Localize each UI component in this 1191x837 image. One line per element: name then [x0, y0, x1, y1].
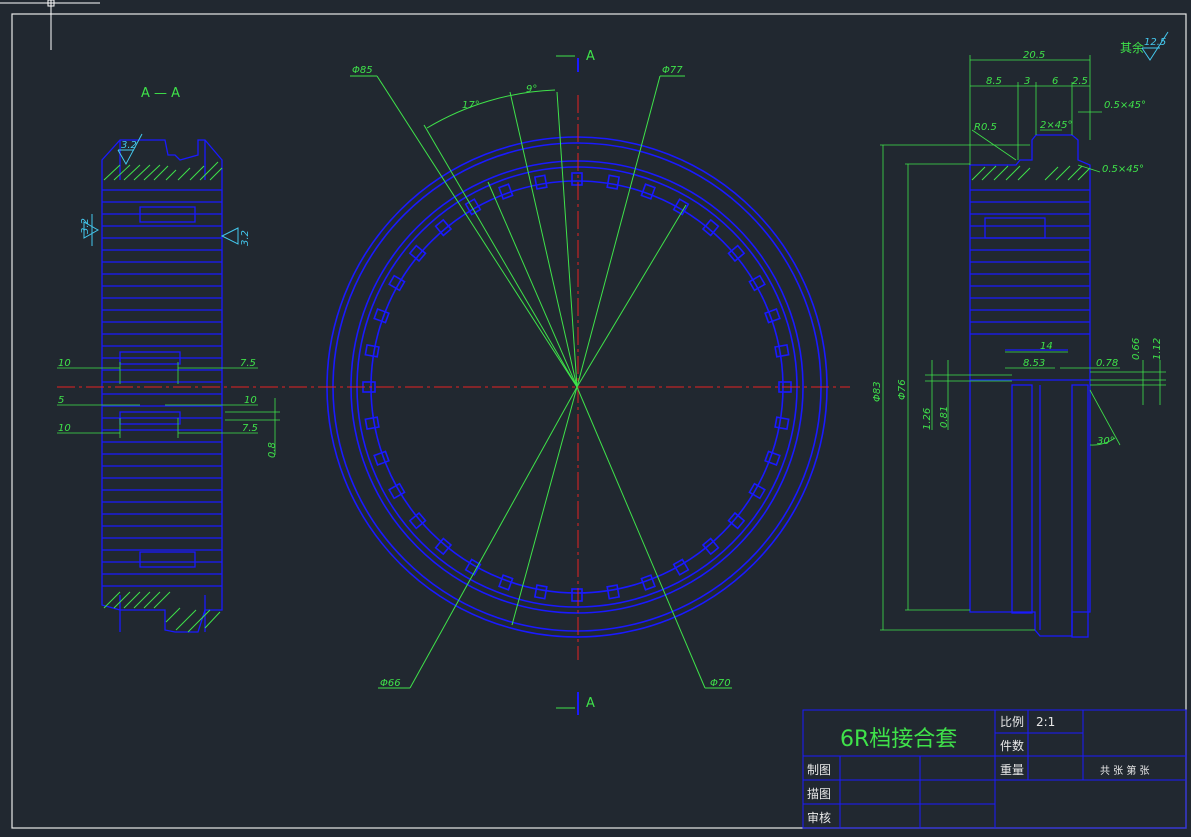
dim-chamfer3: 0.5×45° — [1102, 164, 1144, 175]
spline-tooth — [408, 244, 427, 263]
section-arrow-bottom-label: A — [586, 696, 595, 711]
dim-i: 1.12 — [1152, 338, 1163, 360]
checked-label: 审核 — [807, 810, 831, 825]
spline-tooth — [764, 308, 781, 324]
dim-e: 14 — [1040, 341, 1053, 352]
dim-b: 3 — [1024, 76, 1030, 87]
dim-dia83: Φ83 — [872, 381, 883, 402]
spline-tooth — [498, 183, 514, 200]
right-dimensions — [880, 55, 1166, 631]
dim-angle30: 30° — [1097, 436, 1115, 447]
side-view-right — [969, 134, 1091, 638]
dim-d: 2.5 — [1072, 76, 1088, 87]
dim-left-3: 5 — [58, 395, 64, 406]
dim-dia76: Φ76 — [897, 379, 908, 400]
dim-k: 0.81 — [939, 406, 950, 428]
traced-label: 描图 — [807, 787, 831, 801]
section-label: A — A — [141, 86, 180, 101]
section-arrows — [556, 55, 575, 709]
spline-tooth — [373, 450, 390, 466]
front-leaders — [350, 75, 732, 689]
roughness-other-value: 12.5 — [1144, 37, 1166, 48]
dim-width: 20.5 — [1023, 50, 1045, 61]
dim-j: 1.26 — [922, 408, 933, 430]
spline-tooth — [498, 574, 514, 591]
part-name: 6R档接合套 — [840, 727, 957, 752]
roughness-other-label: 其余 — [1120, 40, 1144, 55]
dim-left-2: 7.5 — [240, 358, 256, 369]
sheet-info: 共 张 第 张 — [1100, 764, 1150, 777]
dim-h: 0.66 — [1131, 338, 1142, 360]
left-dimensions — [57, 362, 280, 455]
section-view-left — [101, 139, 223, 633]
drawing-frame — [11, 13, 1187, 829]
dim-chamfer2: 2×45° — [1040, 120, 1072, 131]
spline-tooth — [774, 416, 790, 431]
dim-ang9: 9° — [526, 84, 537, 95]
dim-dia85: Φ85 — [352, 65, 373, 76]
dim-g: 0.78 — [1096, 358, 1118, 369]
weight-label: 重量 — [1000, 763, 1024, 777]
dim-dia77: Φ77 — [662, 65, 683, 76]
drawing-canvas: 10 7.5 5 10 10 7.5 0.8 3.2 3.2 3.2 A — A… — [0, 0, 1187, 829]
dim-ang17: 17° — [462, 100, 480, 111]
dim-c: 6 — [1052, 76, 1058, 87]
dim-dia70: Φ70 — [710, 678, 731, 689]
spline-tooth — [764, 450, 781, 466]
roughness-right-side: 3.2 — [240, 230, 251, 246]
spline-tooth — [701, 218, 720, 237]
spline-tooth — [606, 584, 621, 600]
spline-tooth — [434, 537, 453, 556]
dim-left-6: 7.5 — [242, 423, 258, 434]
scale-value: 2:1 — [1036, 715, 1055, 729]
spline-tooth — [701, 537, 720, 556]
right-hatching — [971, 165, 1091, 181]
dim-left-4: 10 — [244, 395, 257, 406]
scale-label: 比例 — [1000, 715, 1024, 729]
spline-tooth — [533, 174, 548, 190]
dim-left-5: 10 — [58, 423, 71, 434]
spline-tooth — [364, 343, 380, 358]
spline-tooth — [571, 588, 583, 602]
spline-tooth — [364, 416, 380, 431]
spline-tooth — [408, 511, 427, 530]
dim-left-7: 0.8 — [267, 442, 278, 458]
spline-tooth — [434, 218, 453, 237]
roughness-left-top: 3.2 — [121, 140, 137, 151]
spline-tooth — [774, 343, 790, 358]
dim-a: 8.5 — [986, 76, 1002, 87]
spline-tooth — [533, 584, 548, 600]
qty-label: 件数 — [1000, 738, 1024, 753]
dim-left-1: 10 — [58, 358, 71, 369]
spline-tooth — [727, 511, 746, 530]
roughness-left-side: 3.2 — [80, 218, 91, 234]
spline-tooth — [571, 172, 583, 186]
dim-chamfer1: 0.5×45° — [1104, 100, 1146, 111]
section-arrow-top-label: A — [586, 49, 595, 64]
dim-f: 8.53 — [1023, 358, 1045, 369]
spline-tooth — [640, 574, 656, 591]
cursor-crosshair — [0, 0, 100, 50]
spline-tooth — [640, 183, 656, 200]
spline-tooth — [727, 244, 746, 263]
spline-tooth — [373, 308, 390, 324]
drawn-label: 制图 — [807, 763, 831, 777]
dim-dia66: Φ66 — [380, 678, 401, 689]
spline-tooth — [606, 174, 621, 190]
dim-radius: R0.5 — [974, 122, 997, 133]
